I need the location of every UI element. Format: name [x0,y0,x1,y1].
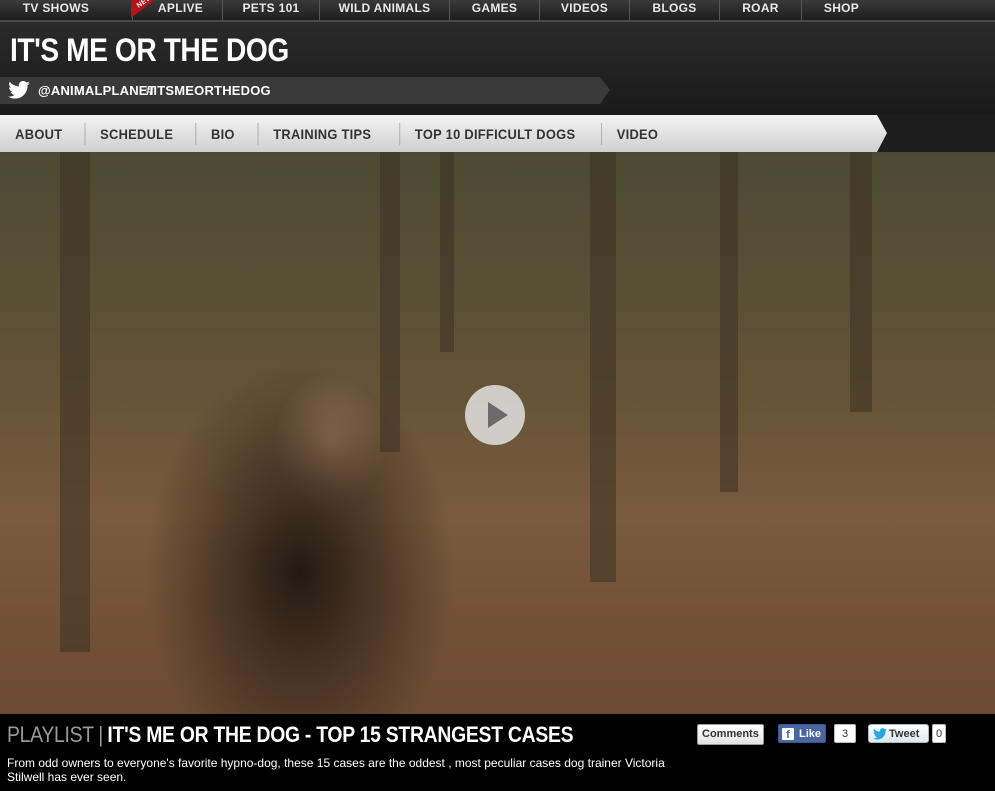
nav-item-shop[interactable]: SHOP [801,0,881,20]
facebook-icon: f [782,728,794,741]
show-nav: ABOUT SCHEDULE BIO TRAINING TIPS TOP 10 … [0,115,995,152]
show-header: IT'S ME OR THE DOG @ANIMALPLANET #ITSMEO… [0,22,995,115]
nav-item-aplive[interactable]: NEW APLIVE [131,0,222,20]
show-title[interactable]: IT'S ME OR THE DOG [10,32,289,69]
twitter-icon[interactable] [8,81,30,99]
tweet-count: 0 [932,724,946,743]
social-bar: @ANIMALPLANET #ITSMEORTHEDOG [0,77,610,104]
hashtag-link[interactable]: #ITSMEORTHEDOG [146,83,271,98]
video-frame-tree [60,152,90,652]
video-frame-tree [590,152,616,582]
video-frame-tree [440,152,454,352]
playlist-heading: PLAYLIST | IT'S ME OR THE DOG - TOP 15 STR… [7,722,574,748]
show-nav-bio[interactable]: BIO [195,122,249,145]
like-count: 3 [834,724,856,743]
play-icon [488,402,508,428]
video-player[interactable] [0,152,995,714]
like-label: Like [799,728,822,740]
top-nav: TV SHOWS NEW APLIVE PETS 101 WILD ANIMAL… [0,0,995,22]
video-frame-tree [720,152,738,492]
playlist-separator: | [98,722,104,747]
play-button[interactable] [465,385,525,445]
twitter-handle-link[interactable]: @ANIMALPLANET [38,83,156,98]
nav-item-tv-shows[interactable]: TV SHOWS [0,0,132,20]
twitter-bird-icon [873,728,887,740]
facebook-like-button[interactable]: f Like [778,724,826,743]
video-description: From odd owners to everyone's favorite h… [7,756,665,784]
video-frame-tree [850,152,872,412]
playlist-label: PLAYLIST [7,722,94,747]
show-nav-schedule[interactable]: SCHEDULE [84,122,188,145]
nav-item-blogs[interactable]: BLOGS [629,0,719,20]
nav-item-videos[interactable]: VIDEOS [539,0,629,20]
show-nav-top-10-difficult-dogs[interactable]: TOP 10 DIFFICULT DOGS [399,122,590,145]
show-nav-video[interactable]: VIDEO [601,122,674,145]
tweet-button[interactable]: Tweet [868,724,929,743]
show-nav-about[interactable]: ABOUT [3,123,77,145]
video-frame-tree [380,152,400,452]
show-nav-bar: ABOUT SCHEDULE BIO TRAINING TIPS TOP 10 … [0,115,887,152]
video-info: PLAYLIST | IT'S ME OR THE DOG - TOP 15 STR… [0,714,995,791]
nav-item-games[interactable]: GAMES [449,0,539,20]
nav-item-pets-101[interactable]: PETS 101 [222,0,319,20]
tweet-label: Tweet [889,728,920,740]
comments-button[interactable]: Comments [697,724,764,745]
nav-item-wild-animals[interactable]: WILD ANIMALS [319,0,449,20]
video-title: IT'S ME OR THE DOG - TOP 15 STRANGEST CA… [107,722,574,747]
nav-item-roar[interactable]: ROAR [719,0,801,20]
nav-item-aplive-label: APLIVE [157,1,204,15]
show-nav-training-tips[interactable]: TRAINING TIPS [257,122,385,145]
